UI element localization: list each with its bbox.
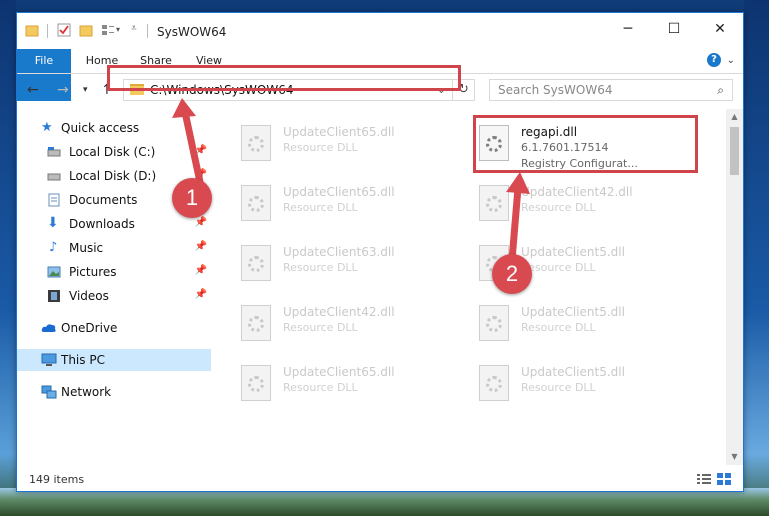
- step-badge-2: 2: [492, 254, 532, 294]
- arrow-2-head: [506, 172, 530, 194]
- step-badge-1: 1: [172, 178, 212, 218]
- arrow-1: [181, 111, 204, 183]
- annotation-arrows: [172, 98, 530, 261]
- arrow-2: [508, 187, 522, 261]
- arrow-1-head: [172, 98, 196, 118]
